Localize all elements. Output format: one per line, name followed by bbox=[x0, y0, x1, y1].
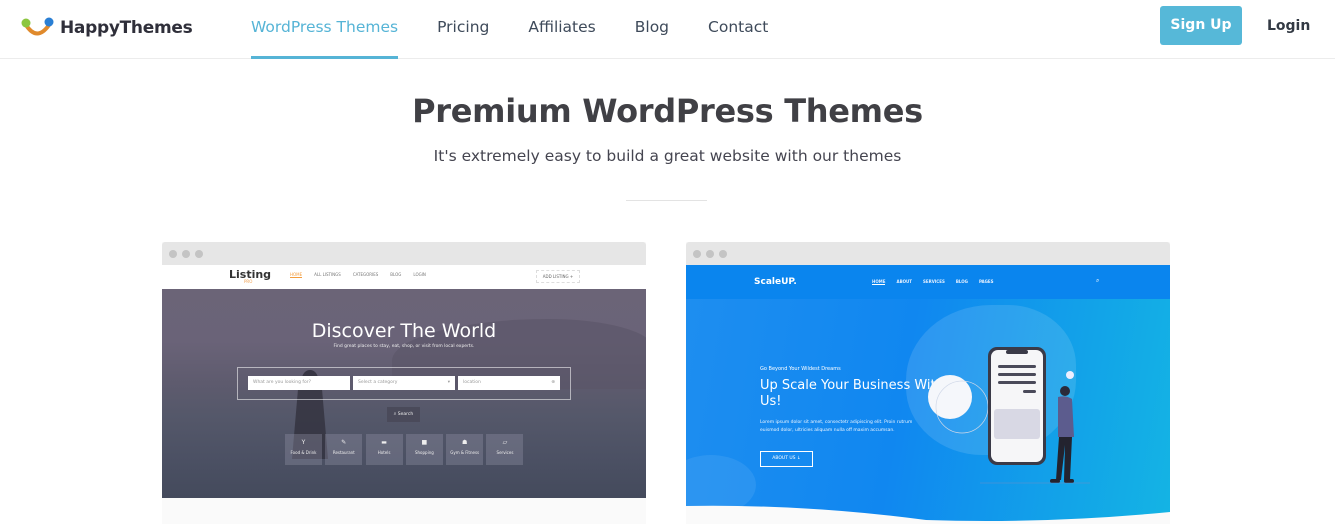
window-dot-icon bbox=[719, 249, 727, 258]
preview-hero-image: Discover The World Find great places to … bbox=[162, 289, 646, 498]
window-dot-icon bbox=[169, 249, 177, 258]
utensils-icon: ✎ bbox=[341, 439, 347, 446]
preview-nav-item: PAGES bbox=[978, 279, 994, 284]
preview-headline: Discover The World bbox=[311, 320, 497, 342]
preview-nav-item: LOGIN bbox=[413, 272, 426, 277]
preview-body: Lorem ipsum dolor sit amet, consectetr a… bbox=[760, 420, 913, 433]
preview-category-tile: Y Food & Drink bbox=[285, 434, 322, 465]
window-dot-icon bbox=[706, 249, 714, 258]
sign-up-button[interactable]: Sign Up bbox=[1160, 6, 1242, 45]
preview-category-tile: ▬ Hotels bbox=[365, 434, 403, 465]
preview-hero: ScaleUP. HOME ABOUT SERVICES BLOG PAGES … bbox=[686, 265, 1170, 524]
preview-logo: ScaleUP. bbox=[754, 277, 797, 287]
bed-icon: ▬ bbox=[381, 439, 387, 446]
nav-contact[interactable]: Contact bbox=[708, 0, 768, 59]
preview-category-field: Select a category ▾ bbox=[353, 376, 455, 390]
phone-illustration-icon bbox=[928, 347, 1090, 484]
preview-about-button: ABOUT US ↓ bbox=[760, 451, 813, 467]
category-label: Gym & Fitness bbox=[450, 450, 480, 455]
cocktail-icon: Y bbox=[301, 439, 306, 446]
search-icon: ⌕ bbox=[1096, 277, 1100, 284]
category-label: Services bbox=[496, 450, 514, 455]
brand-name: HappyThemes bbox=[60, 18, 193, 38]
preview-search-field: What are you looking for? bbox=[248, 376, 350, 390]
preview-category-tile: ■ Shopping bbox=[405, 434, 443, 465]
preview-search-label: Search bbox=[397, 412, 414, 417]
preview-category-tile: ▱ Services bbox=[486, 434, 524, 465]
nav-blog[interactable]: Blog bbox=[635, 0, 669, 59]
category-label: Food & Drink bbox=[290, 450, 317, 455]
preview-nav-links: HOME ALL LISTINGS CATEGORIES BLOG LOGIN bbox=[290, 272, 438, 278]
preview-search-button: ⌕ Search bbox=[387, 407, 420, 422]
preview-categories: Y Food & Drink ✎ Restaurant ▬ Hotels ■ Shopp… bbox=[285, 434, 527, 465]
preview-nav-item: CATEGORIES bbox=[352, 272, 379, 277]
preview-nav-item: HOME bbox=[290, 272, 303, 278]
shopping-bag-icon: ■ bbox=[421, 439, 428, 446]
category-label: Hotels bbox=[377, 450, 391, 455]
preview-logo-sub: PRO bbox=[244, 279, 253, 284]
main-nav: WordPress Themes Pricing Affiliates Blog… bbox=[251, 0, 807, 59]
preview-nav-item: SERVICES bbox=[923, 279, 945, 284]
nav-affiliates[interactable]: Affiliates bbox=[528, 0, 595, 59]
category-label: Restaurant bbox=[332, 450, 355, 455]
site-header: HappyThemes WordPress Themes Pricing Aff… bbox=[0, 0, 1335, 59]
browser-bar bbox=[686, 242, 1170, 265]
page-title: Premium WordPress Themes bbox=[412, 92, 923, 130]
preview-location-field: location ⊕ bbox=[458, 376, 560, 390]
login-link[interactable]: Login bbox=[1267, 6, 1310, 45]
nav-wordpress-themes[interactable]: WordPress Themes bbox=[251, 0, 399, 59]
theme-card-listing[interactable]: Listing PRO HOME ALL LISTINGS CATEGORIES… bbox=[162, 242, 646, 524]
window-dot-icon bbox=[693, 249, 701, 258]
preview-search-box: What are you looking for? Select a categ… bbox=[237, 367, 571, 400]
wave-shape bbox=[686, 505, 1170, 524]
preview-location-text: location bbox=[463, 380, 481, 385]
preview-nav-item: BLOG bbox=[955, 279, 968, 284]
preview-nav-links: HOME ABOUT SERVICES BLOG PAGES bbox=[872, 279, 1005, 285]
preview-category-tile: ☗ Gym & Fitness bbox=[446, 434, 484, 465]
preview-add-listing: ADD LISTING + bbox=[536, 270, 580, 283]
chat-icon: ▱ bbox=[502, 439, 508, 446]
brand-logo[interactable]: HappyThemes bbox=[20, 14, 193, 42]
window-dot-icon bbox=[182, 249, 190, 258]
window-dot-icon bbox=[195, 249, 203, 258]
preview-nav-item: ALL LISTINGS bbox=[314, 272, 341, 277]
preview-nav: Listing PRO HOME ALL LISTINGS CATEGORIES… bbox=[162, 265, 646, 289]
preview-kicker: Go Beyond Your Wildest Dreams bbox=[760, 366, 841, 372]
section-divider bbox=[626, 200, 707, 201]
preview-nav-item: BLOG bbox=[390, 272, 402, 277]
theme-card-scaleup[interactable]: ScaleUP. HOME ABOUT SERVICES BLOG PAGES … bbox=[686, 242, 1170, 524]
browser-bar bbox=[162, 242, 646, 265]
dumbbell-icon: ☗ bbox=[461, 439, 468, 446]
preview-nav: ScaleUP. HOME ABOUT SERVICES BLOG PAGES … bbox=[686, 265, 1170, 299]
preview-tagline: Find great places to stay, eat, shop, or… bbox=[333, 344, 475, 349]
crosshair-icon: ⊕ bbox=[551, 380, 555, 385]
category-label: Shopping bbox=[414, 450, 434, 455]
caret-down-icon: ▾ bbox=[447, 380, 450, 385]
preview-nav-item: ABOUT bbox=[896, 279, 912, 284]
page-subtitle: It's extremely easy to build a great web… bbox=[433, 147, 902, 165]
preview-category-tile: ✎ Restaurant bbox=[325, 434, 363, 465]
smile-logo-icon bbox=[21, 17, 54, 36]
nav-pricing[interactable]: Pricing bbox=[437, 0, 489, 59]
preview-nav-item: HOME bbox=[872, 279, 886, 285]
preview-category-text: Select a category bbox=[358, 380, 398, 385]
